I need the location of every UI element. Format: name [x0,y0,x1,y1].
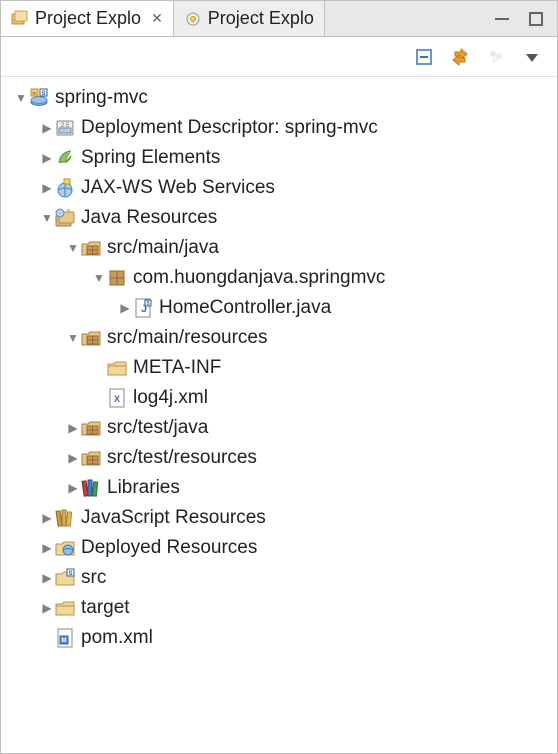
filter-icon[interactable] [487,48,505,66]
tree-node-label: HomeController.java [159,297,331,319]
chevron-right-icon[interactable] [39,601,55,615]
folder-icon [55,598,75,618]
tree-node[interactable]: JAX-WS Web Services [5,173,553,203]
library-icon [81,478,101,498]
tab-bar: Project Explo ✕ Project Explo [1,1,557,37]
tree-node-label: com.huongdanjava.springmvc [133,267,385,289]
java-file-icon: JS [133,298,153,318]
tree-node[interactable]: 2.5 Deployment Descriptor: spring-mvc [5,113,553,143]
tree-node[interactable]: Ssrc [5,563,553,593]
tree-view[interactable]: Sm spring-mvc 2.5 Deployment Descriptor: sp… [1,77,557,753]
link-editor-icon[interactable] [451,48,469,66]
tree-node[interactable]: src/main/java [5,233,553,263]
tree-node[interactable]: com.huongdanjava.springmvc [5,263,553,293]
chevron-right-icon[interactable] [65,451,81,465]
tree-node-label: src [81,567,106,589]
tree-node[interactable]: JavaScript Resources [5,503,553,533]
deployed-icon [55,538,75,558]
pkg-folder-icon [81,418,101,438]
project-explorer-panel: Project Explo ✕ Project Explo [0,0,558,754]
tree-node[interactable]: src/test/resources [5,443,553,473]
package-icon [107,268,127,288]
minimize-icon[interactable] [493,10,511,28]
chevron-right-icon[interactable] [65,481,81,495]
pkg-folder-icon [81,328,101,348]
tree-node[interactable]: src/main/resources [5,323,553,353]
chevron-down-icon[interactable] [65,331,81,345]
svg-text:S: S [68,571,72,577]
svg-text:X: X [114,394,120,404]
tree-node[interactable]: Deployed Resources [5,533,553,563]
tree-node[interactable]: Libraries [5,473,553,503]
tree-node-label: src/main/resources [107,327,268,349]
tab-label: Project Explo [35,8,141,29]
tree-node[interactable]: Mpom.xml [5,623,553,653]
close-icon[interactable]: ✕ [151,10,163,27]
pkg-folder-icon [81,448,101,468]
tree-node-label: spring-mvc [55,87,148,109]
tree-node[interactable]: Java Resources [5,203,553,233]
tree-node-label: src/test/resources [107,447,257,469]
tree-node-label: JavaScript Resources [81,507,266,529]
chevron-right-icon[interactable] [39,151,55,165]
tree-node-label: Deployment Descriptor: spring-mvc [81,117,378,139]
view-menu-icon[interactable] [523,48,541,66]
explorer-icon [11,10,29,28]
chevron-down-icon[interactable] [39,211,55,225]
svg-text:S: S [41,91,45,97]
tree-node[interactable]: META-INF [5,353,553,383]
svg-text:m: m [32,91,36,97]
tab-project-explorer-inactive[interactable]: Project Explo [174,1,325,36]
tree-node[interactable]: Xlog4j.xml [5,383,553,413]
maximize-icon[interactable] [527,10,545,28]
spring-leaf-icon [55,148,75,168]
chevron-right-icon[interactable] [39,541,55,555]
chevron-right-icon[interactable] [117,301,133,315]
collapse-all-icon[interactable] [415,48,433,66]
tree-node-label: pom.xml [81,627,153,649]
chevron-down-icon[interactable] [65,241,81,255]
svg-text:M: M [62,638,67,644]
folder-icon [107,358,127,378]
chevron-down-icon[interactable] [13,91,29,105]
gear-sun-icon [184,10,202,28]
svg-text:2.5: 2.5 [61,123,70,129]
tree-node-label: Libraries [107,477,180,499]
tree-node[interactable]: src/test/java [5,413,553,443]
tree-node[interactable]: target [5,593,553,623]
tree-node-label: META-INF [133,357,221,379]
tab-label: Project Explo [208,8,314,29]
chevron-right-icon[interactable] [39,511,55,525]
xml-file-icon: X [107,388,127,408]
tree-node[interactable]: Sm spring-mvc [5,83,553,113]
tree-node-label: Deployed Resources [81,537,257,559]
tree-node-label: target [81,597,130,619]
tree-node-label: src/main/java [107,237,219,259]
tree-node-label: Spring Elements [81,147,220,169]
chevron-down-icon[interactable] [91,271,107,285]
deploy-desc-icon: 2.5 [55,118,75,138]
tree-node[interactable]: Spring Elements [5,143,553,173]
maven-project-icon: Sm [29,88,49,108]
js-resources-icon [55,508,75,528]
tree-node[interactable]: JS HomeController.java [5,293,553,323]
chevron-right-icon[interactable] [65,421,81,435]
tab-project-explorer-active[interactable]: Project Explo ✕ [1,1,174,36]
jaxws-icon [55,178,75,198]
tabbar-controls [493,1,557,36]
tree-node-label: src/test/java [107,417,208,439]
tree-node-label: log4j.xml [133,387,208,409]
java-resources-icon [55,208,75,228]
tree-node-label: JAX-WS Web Services [81,177,275,199]
pkg-folder-icon [81,238,101,258]
tree-node-label: Java Resources [81,207,217,229]
chevron-right-icon[interactable] [39,571,55,585]
chevron-right-icon[interactable] [39,121,55,135]
toolbar [1,37,557,77]
folder-s-icon: S [55,568,75,588]
pom-file-icon: M [55,628,75,648]
chevron-right-icon[interactable] [39,181,55,195]
